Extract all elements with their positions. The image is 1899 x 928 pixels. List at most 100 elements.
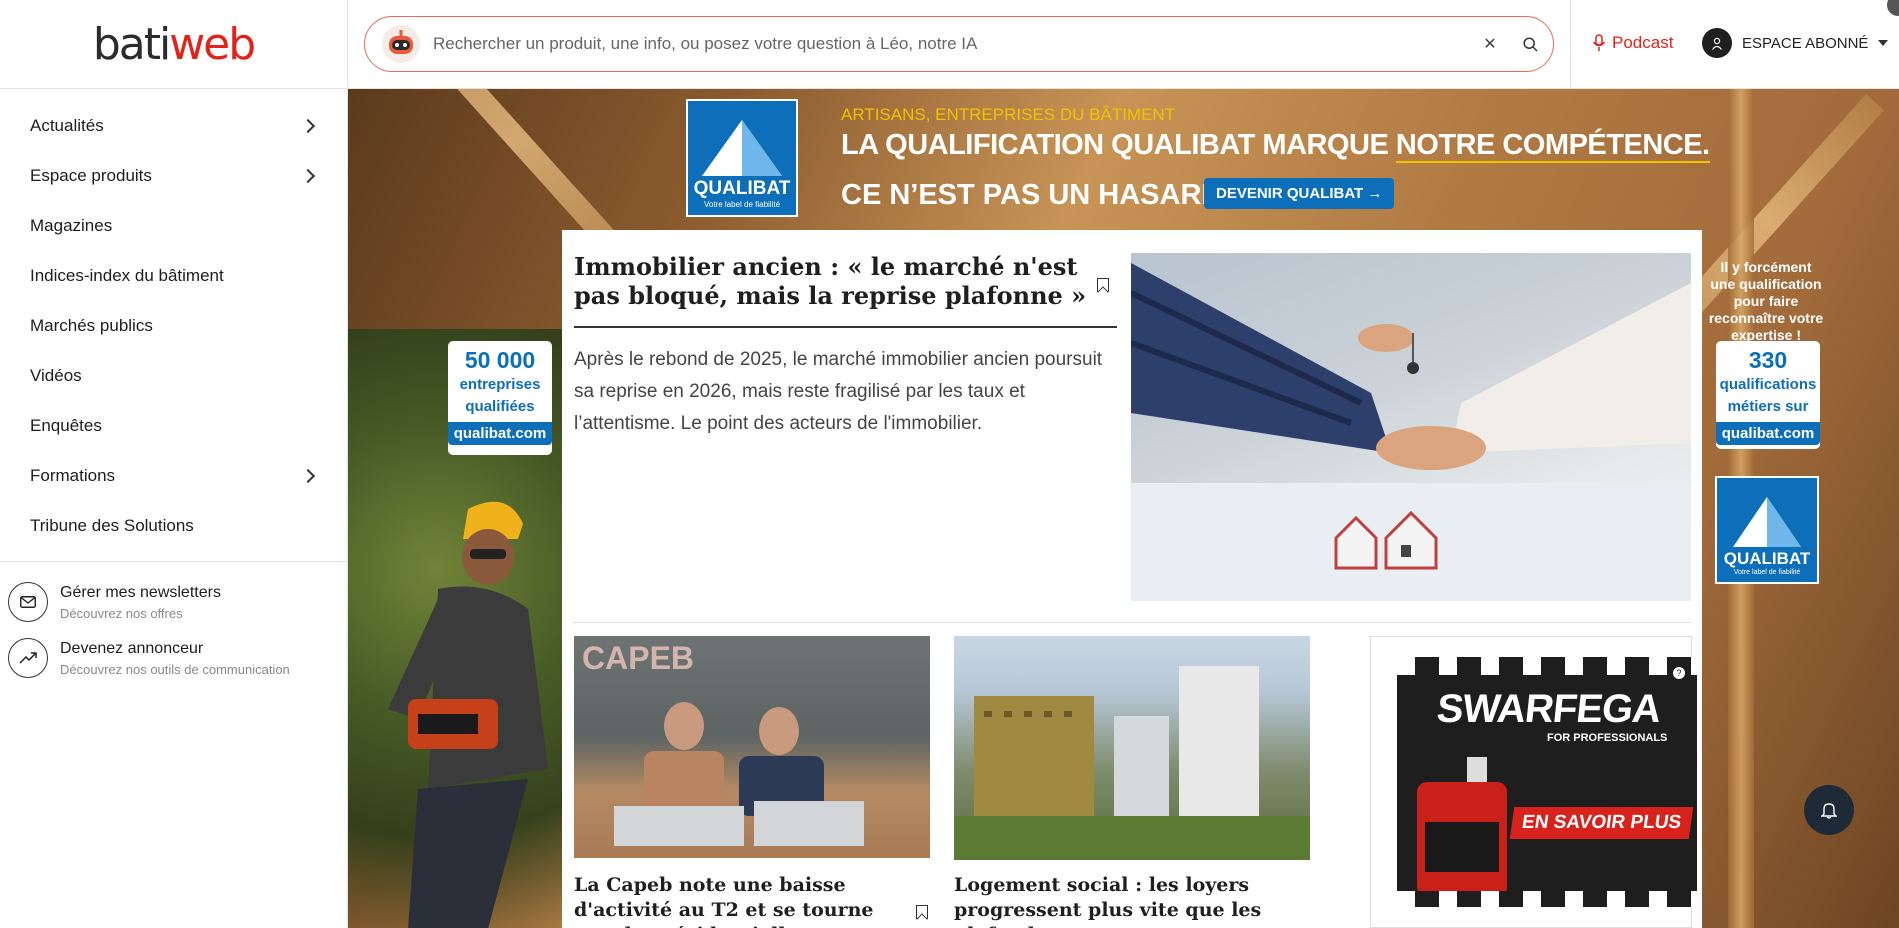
sidebar-item-label: Tribune des Solutions xyxy=(30,516,194,535)
banner-headline: LA QUALIFICATION QUALIBAT MARQUE NOTRE C… xyxy=(841,129,1710,163)
left-ad-number: 50 000 xyxy=(464,347,536,373)
sidebar-item-enquetes[interactable]: Enquêtes xyxy=(0,401,347,451)
left-side-ad[interactable]: 50 000 entreprises qualifiées qualibat.c… xyxy=(448,341,552,455)
right-ad-text: Il y forcément une qualification pour fa… xyxy=(1708,259,1824,343)
promo-subtitle: Découvrez nos outils de communication xyxy=(60,662,290,677)
microphone-icon xyxy=(1592,34,1606,51)
divider xyxy=(1570,0,1571,89)
site-logo[interactable]: batiweb xyxy=(92,18,256,70)
qualibat-logo-sub: Votre label de fiabilité xyxy=(703,200,781,209)
podcast-link[interactable]: Podcast xyxy=(1592,33,1673,53)
swarfega-cta: EN SAVOIR PLUS xyxy=(1509,807,1694,839)
sidebar-item-label: Magazines xyxy=(30,216,113,235)
search-icon[interactable] xyxy=(1513,27,1547,61)
mail-icon xyxy=(8,582,48,622)
search-bar: ✕ xyxy=(364,16,1554,72)
banner-headline-a: LA QUALIFICATION QUALIBAT MARQUE xyxy=(841,129,1396,161)
sidebar-item-formations[interactable]: Formations xyxy=(0,451,347,501)
podcast-label: Podcast xyxy=(1612,33,1674,52)
sidebar-item-actualites[interactable]: Actualités xyxy=(0,101,347,151)
ad-stripe xyxy=(1397,891,1697,907)
sidebar-item-label: Formations xyxy=(30,466,116,485)
swarfega-ad-creative: SWARFEGA FOR PROFESSIONALS EN SAVOIR PLU… xyxy=(1397,657,1697,907)
sidebar: batiweb Actualités Espace produits Magaz… xyxy=(0,0,348,928)
right-ad-line2: métiers sur xyxy=(1727,398,1809,415)
sidebar-item-label: Vidéos xyxy=(30,366,82,385)
chevron-right-icon xyxy=(300,168,316,184)
chevron-right-icon xyxy=(300,468,316,484)
qualibat-logo-text: QUALIBAT xyxy=(693,178,791,199)
sidebar-item-label: Marchés publics xyxy=(30,316,153,335)
right-ad-number: 330 xyxy=(1748,347,1788,373)
qualibat-pyramid-icon xyxy=(1733,497,1801,547)
sidebar-item-label: Enquêtes xyxy=(30,416,102,435)
top-bar: ✕ Podcast ESPACE ABONNÉ xyxy=(348,0,1899,89)
qualibat-logo-small[interactable]: QUALIBAT Votre label de fiabilité xyxy=(1715,476,1819,584)
ad-info-icon[interactable]: ? xyxy=(1673,667,1685,679)
advertiser-link[interactable]: Devenez annonceur Découvrez nos outils d… xyxy=(0,630,347,686)
worker-illustration xyxy=(388,501,548,928)
article-title[interactable]: Logement social : les loyers progressent… xyxy=(954,873,1294,928)
robot-assistant-icon xyxy=(382,25,420,63)
sidebar-item-label: Indices-index du bâtiment xyxy=(30,266,224,285)
handshake-illustration xyxy=(1131,263,1691,601)
account-label: ESPACE ABONNÉ xyxy=(1742,34,1869,52)
logo-area: batiweb xyxy=(0,0,347,89)
left-ad-line1: entreprises xyxy=(459,376,541,393)
featured-article-image[interactable] xyxy=(1131,253,1691,601)
caret-down-icon xyxy=(1878,40,1889,46)
title-underline xyxy=(574,326,1117,328)
main-content: QUALIBAT Votre label de fiabilité ARTISA… xyxy=(348,89,1899,928)
article-title[interactable]: La Capeb note une baisse d'activité au T… xyxy=(574,873,914,928)
promo-title: Gérer mes newsletters xyxy=(60,584,221,601)
become-qualibat-button[interactable]: DEVENIR QUALIBAT → xyxy=(1204,178,1395,209)
user-icon xyxy=(1702,28,1732,58)
sidebar-item-label: Espace produits xyxy=(30,166,152,185)
sidebar-item-tribune[interactable]: Tribune des Solutions xyxy=(0,501,347,551)
notification-bell-icon[interactable] xyxy=(1804,785,1854,835)
sidebar-item-videos[interactable]: Vidéos xyxy=(0,351,347,401)
banner-line2: CE N’EST PAS UN HASARD ! xyxy=(841,179,1241,211)
banner-kicker: ARTISANS, ENTREPRISES DU BÂTIMENT xyxy=(841,105,1176,124)
qualibat-logo-sub: Votre label de fiabilité xyxy=(1733,569,1801,576)
press-conference-illustration xyxy=(614,702,864,846)
chevron-right-icon xyxy=(300,118,316,134)
left-ad-url: qualibat.com xyxy=(448,422,552,445)
account-menu[interactable]: ESPACE ABONNÉ xyxy=(1702,28,1889,58)
article-thumbnail[interactable] xyxy=(954,636,1310,860)
sidebar-item-magazines[interactable]: Magazines xyxy=(0,201,347,251)
trending-up-icon xyxy=(8,638,48,678)
sidebar-item-indices[interactable]: Indices-index du bâtiment xyxy=(0,251,347,301)
search-input[interactable] xyxy=(433,34,1473,54)
main-nav: Actualités Espace produits Magazines Ind… xyxy=(0,89,347,551)
right-ad-line1: qualifications xyxy=(1719,376,1817,393)
featured-article-title[interactable]: Immobilier ancien : « le marché n'est pa… xyxy=(574,252,1114,310)
news-card: Immobilier ancien : « le marché n'est pa… xyxy=(562,230,1702,928)
sidebar-item-marches-publics[interactable]: Marchés publics xyxy=(0,301,347,351)
qualibat-logo: QUALIBAT Votre label de fiabilité xyxy=(686,99,798,217)
bookmark-icon[interactable] xyxy=(916,905,928,919)
sidebar-item-espace-produits[interactable]: Espace produits xyxy=(0,151,347,201)
buildings-illustration xyxy=(954,666,1310,860)
edge-avatar xyxy=(1887,0,1899,16)
article-thumbnail[interactable]: CAPEB xyxy=(574,636,930,858)
product-bottle-illustration xyxy=(1417,757,1507,897)
bookmark-icon[interactable] xyxy=(1097,278,1109,292)
right-ad-url: qualibat.com xyxy=(1716,422,1820,445)
featured-article-description: Après le rebond de 2025, le marché immob… xyxy=(574,349,1103,434)
promo-subtitle: Découvrez nos offres xyxy=(60,606,183,621)
right-side-ad[interactable]: 330 qualifications métiers sur qualibat.… xyxy=(1716,341,1820,449)
sidebar-item-label: Actualités xyxy=(30,116,104,135)
qualibat-pyramid-icon xyxy=(702,120,782,176)
logo-part-web: web xyxy=(169,18,256,70)
banner-headline-b: NOTRE COMPÉTENCE. xyxy=(1395,129,1710,163)
newsletter-link[interactable]: Gérer mes newsletters Découvrez nos offr… xyxy=(0,574,347,630)
left-ad-line2: qualifiées xyxy=(465,398,535,415)
divider xyxy=(0,561,347,562)
clear-icon[interactable]: ✕ xyxy=(1473,27,1507,61)
divider xyxy=(574,622,1691,623)
swarfega-ad[interactable]: SWARFEGA FOR PROFESSIONALS EN SAVOIR PLU… xyxy=(1370,636,1697,928)
qualibat-banner[interactable]: QUALIBAT Votre label de fiabilité ARTISA… xyxy=(686,99,1710,217)
logo-part-bati: bati xyxy=(92,18,171,70)
promo-title: Devenez annonceur xyxy=(60,640,204,657)
